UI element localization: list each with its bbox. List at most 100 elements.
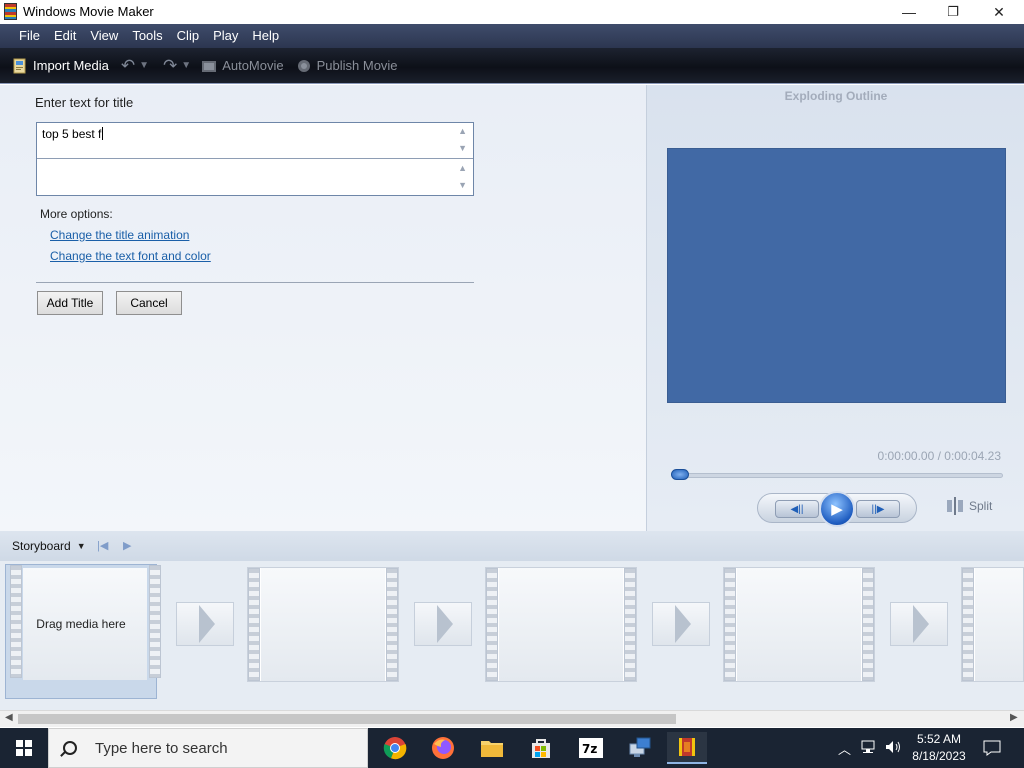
menu-bar: File Edit View Tools Clip Play Help [0, 24, 1024, 48]
storyboard-slot-1[interactable]: Drag media here [5, 564, 161, 699]
preview-monitor [667, 148, 1006, 403]
add-title-button[interactable]: Add Title [37, 291, 103, 315]
title-line-1[interactable]: top 5 best f ▲ ▼ [37, 123, 473, 159]
line2-scroll-down-icon[interactable]: ▼ [458, 180, 467, 190]
scrollbar-thumb[interactable] [18, 714, 676, 724]
taskbar: Type here to search 7z ︿ 5:52 AM 8/18/20… [0, 728, 1024, 768]
split-label: Split [969, 499, 993, 513]
change-font-color-link[interactable]: Change the text font and color [50, 249, 211, 263]
play-icon: ▶ [831, 501, 843, 518]
slot-inner [261, 568, 385, 681]
drag-media-hint: Drag media here [36, 617, 126, 631]
storyboard-label: Storyboard [12, 539, 71, 553]
film-strip-right [624, 568, 636, 681]
film-strip-left [248, 568, 260, 681]
transition-slot-4[interactable] [890, 602, 948, 646]
network-icon[interactable] [861, 740, 877, 757]
slot-inner [499, 568, 623, 681]
rewind-storyboard-icon[interactable]: |◀ [97, 539, 108, 552]
start-button[interactable] [0, 728, 48, 768]
search-icon [63, 741, 77, 755]
taskbar-clock[interactable]: 5:52 AM 8/18/2023 [900, 731, 978, 765]
transition-slot-1[interactable] [176, 602, 234, 646]
storyboard-slot-3[interactable] [485, 567, 637, 682]
title-text-box[interactable]: top 5 best f ▲ ▼ ▲ ▼ [36, 122, 474, 196]
options-divider [36, 282, 474, 283]
scroll-left-icon[interactable]: ◀ [5, 712, 13, 723]
change-title-animation-link[interactable]: Change the title animation [50, 228, 189, 242]
storyboard-slot-2[interactable] [247, 567, 399, 682]
slot-inner [737, 568, 861, 681]
transition-slot-2[interactable] [414, 602, 472, 646]
notifications-button[interactable] [980, 728, 1004, 768]
slot-inner [975, 568, 1023, 681]
preview-animation-name: Exploding Outline [784, 89, 888, 103]
import-media-button[interactable]: Import Media [12, 58, 109, 74]
menu-edit[interactable]: Edit [47, 24, 83, 48]
scroll-right-icon[interactable]: ▶ [1010, 712, 1018, 723]
window-titlebar: Windows Movie Maker — ❐ ✕ [0, 0, 1024, 24]
undo-icon[interactable]: ↶ [121, 57, 135, 74]
storyboard-scrollbar[interactable]: ◀ ▶ [0, 710, 1024, 727]
play-button[interactable]: ▶ [819, 491, 855, 527]
previous-frame-button[interactable]: ◀|| [775, 500, 819, 518]
title-line-2[interactable]: ▲ ▼ [37, 160, 473, 196]
firefox-icon[interactable] [423, 732, 463, 764]
menu-tools[interactable]: Tools [125, 24, 169, 48]
preview-panel: Exploding Outline 0:00:00.00 / 0:00:04.2… [646, 85, 1024, 531]
publish-movie-label: Publish Movie [316, 58, 398, 73]
previous-frame-icon: ◀|| [790, 503, 804, 515]
storyboard-header: Storyboard ▼ |◀ ▶ [0, 531, 1024, 561]
menu-file[interactable]: File [12, 24, 47, 48]
movie-maker-icon[interactable] [667, 732, 707, 764]
playback-controls: ◀|| ||▶ ▶ [757, 491, 917, 527]
automovie-icon [201, 58, 217, 74]
windows-logo-icon [16, 740, 32, 756]
title-line-1-text-wrap: top 5 best f [42, 127, 104, 141]
line1-scroll-down-icon[interactable]: ▼ [458, 143, 467, 153]
film-strip-right [862, 568, 874, 681]
remote-desktop-icon[interactable] [620, 732, 660, 764]
storyboard-slot-5[interactable] [961, 567, 1024, 682]
7zip-icon[interactable]: 7z [571, 732, 611, 764]
split-button[interactable]: Split [947, 497, 993, 515]
film-strip-left [962, 568, 974, 681]
storyboard-slot-4[interactable] [723, 567, 875, 682]
title-line-1-value: top 5 best f [42, 127, 102, 141]
clock-time: 5:52 AM [916, 732, 962, 746]
seek-thumb[interactable] [671, 469, 689, 480]
close-button[interactable]: ✕ [976, 0, 1022, 24]
minimize-button[interactable]: — [886, 0, 932, 24]
maximize-button[interactable]: ❐ [930, 0, 976, 24]
publish-movie-button[interactable]: Publish Movie [296, 58, 398, 74]
play-storyboard-icon[interactable]: ▶ [123, 539, 131, 552]
next-frame-icon: ||▶ [871, 503, 885, 515]
line1-scroll-up-icon[interactable]: ▲ [458, 126, 467, 136]
automovie-button[interactable]: AutoMovie [201, 58, 284, 74]
title-editor-panel: Enter text for title top 5 best f ▲ ▼ ▲ … [0, 85, 646, 531]
transition-slot-3[interactable] [652, 602, 710, 646]
taskbar-search-box[interactable]: Type here to search [48, 728, 368, 768]
storyboard-view-dropdown[interactable]: Storyboard ▼ [12, 539, 86, 553]
chrome-icon[interactable] [375, 732, 415, 764]
menu-view[interactable]: View [83, 24, 125, 48]
microsoft-store-icon[interactable] [521, 732, 561, 764]
cancel-button[interactable]: Cancel [116, 291, 182, 315]
text-caret [102, 127, 104, 140]
menu-play[interactable]: Play [206, 24, 245, 48]
seek-bar[interactable] [672, 473, 1003, 478]
line2-scroll-up-icon[interactable]: ▲ [458, 163, 467, 173]
menu-clip[interactable]: Clip [170, 24, 206, 48]
undo-dropdown-icon[interactable]: ▼ [139, 60, 149, 71]
next-frame-button[interactable]: ||▶ [856, 500, 900, 518]
svg-text:7z: 7z [582, 742, 597, 756]
automovie-label: AutoMovie [222, 58, 284, 73]
show-hidden-icons-icon[interactable]: ︿ [838, 739, 851, 758]
split-icon [947, 497, 963, 515]
redo-icon[interactable]: ↷ [163, 57, 177, 74]
menu-help[interactable]: Help [245, 24, 286, 48]
storyboard-area: Drag media here [0, 561, 1024, 710]
file-explorer-icon[interactable] [472, 732, 512, 764]
time-readout: 0:00:00.00 / 0:00:04.23 [877, 449, 1001, 463]
redo-dropdown-icon[interactable]: ▼ [181, 60, 191, 71]
